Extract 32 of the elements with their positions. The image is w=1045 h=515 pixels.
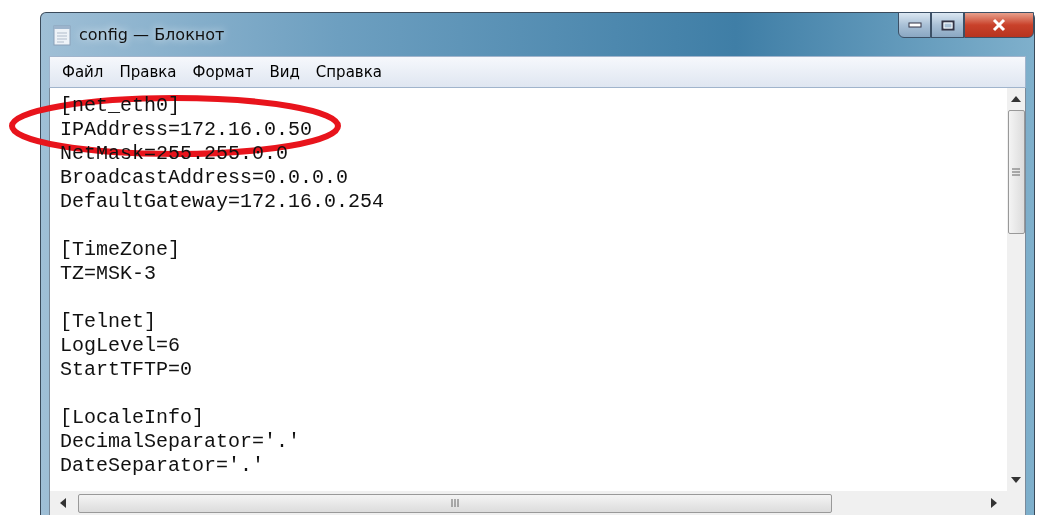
scroll-right-icon[interactable] [991,498,997,508]
text-line: LogLevel=6 [60,334,182,358]
text-line: [Telnet] [60,310,157,334]
text-line: [LocaleInfo] [60,406,206,430]
text-line: StartTFTP=0 [60,358,194,382]
menu-item[interactable]: Правка [113,61,183,83]
close-icon [991,18,1007,32]
text-line: DefaultGateway=172.16.0.254 [60,190,386,214]
text-line: BroadcastAddress=0.0.0.0 [60,166,350,190]
text-line: DecimalSeparator='.' [60,430,302,454]
horizontal-scrollbar[interactable] [50,491,1007,515]
minimize-icon [907,22,922,28]
menu-item[interactable]: Вид [263,61,306,83]
menu-item[interactable]: Справка [309,61,388,83]
scroll-left-icon[interactable] [60,498,66,508]
maximize-button[interactable] [931,12,964,38]
menu-item[interactable]: Формат [186,61,260,83]
vertical-scrollbar[interactable] [1007,88,1025,491]
scroll-up-icon[interactable] [1011,96,1021,102]
menu-item[interactable]: Файл [56,61,110,83]
minimize-button[interactable] [898,12,931,38]
close-button[interactable] [964,12,1034,38]
window-title: config — Блокнот [79,25,225,44]
scroll-thumb[interactable] [1007,110,1025,234]
maximize-icon [940,19,955,31]
scroll-thumb[interactable] [78,493,832,513]
text-line: TZ=MSK-3 [60,262,157,286]
text-line: [TimeZone] [60,238,182,262]
scroll-down-icon[interactable] [1011,477,1021,483]
text-line: DateSeparator='.' [60,454,266,478]
text-line: IPAddress=172.16.0.50 [60,118,314,142]
notepad-icon [53,23,71,46]
